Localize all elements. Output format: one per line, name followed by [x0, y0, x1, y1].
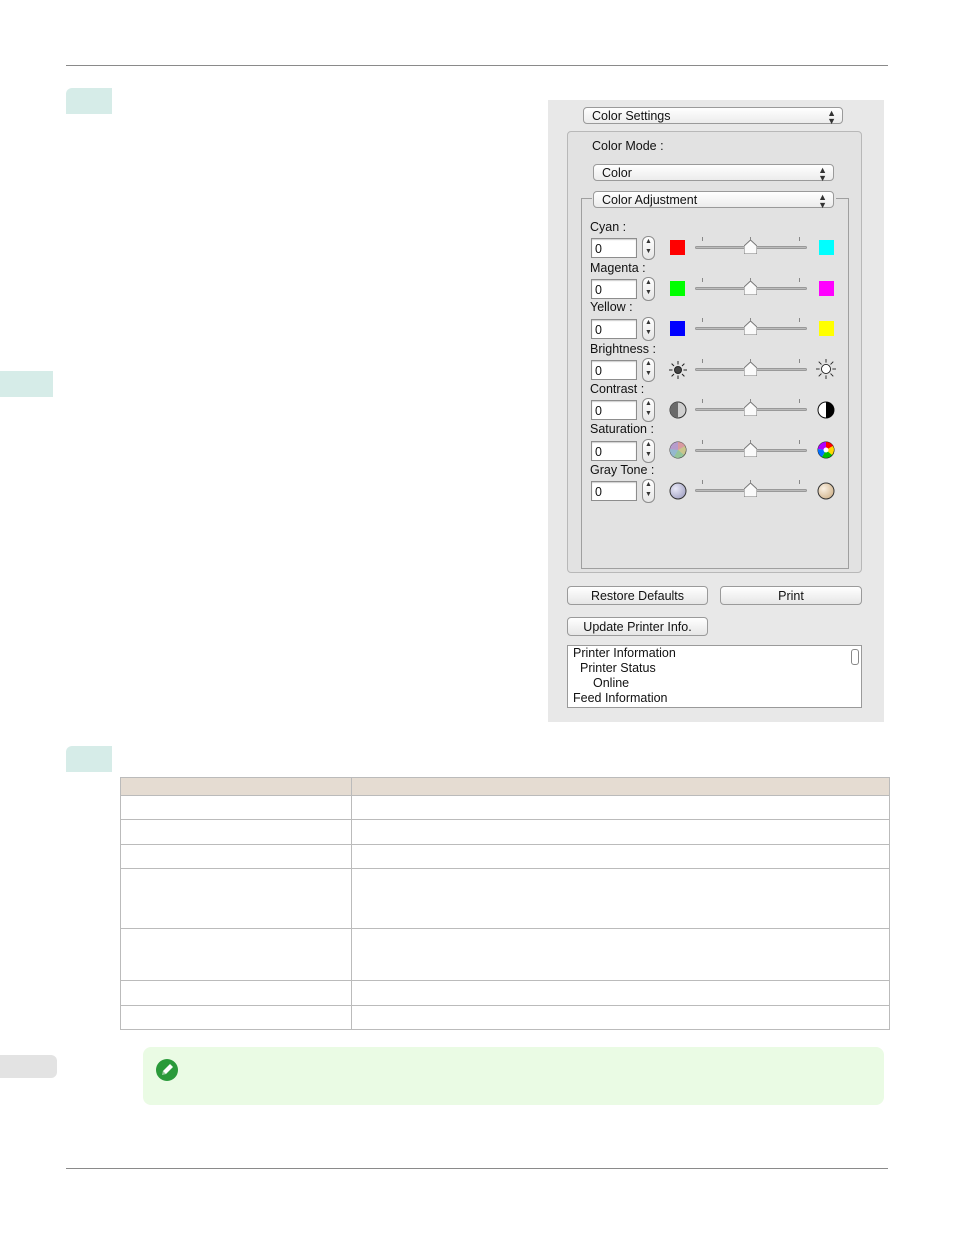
table-row: [120, 980, 890, 1006]
saturation-high-icon: [817, 441, 835, 459]
table-header-row: [120, 777, 890, 796]
contrast-value-input[interactable]: 0: [591, 400, 637, 420]
settings-table: [120, 777, 890, 1030]
red-swatch-icon: [670, 240, 685, 255]
yellow-stepper[interactable]: ▲ ▼: [642, 317, 655, 341]
table-row: [120, 928, 890, 981]
page-side-tab: [0, 1055, 57, 1078]
table-row: [120, 844, 890, 869]
magenta-stepper[interactable]: ▲ ▼: [642, 277, 655, 301]
table-row: [120, 868, 890, 929]
cyan-slider[interactable]: [695, 236, 807, 256]
saturation-low-icon: [669, 441, 687, 459]
printer-information-list[interactable]: Printer Information Printer Status Onlin…: [567, 645, 862, 708]
green-swatch-icon: [670, 281, 685, 296]
update-printer-info-button[interactable]: Update Printer Info.: [567, 617, 708, 636]
saturation-label: Saturation :: [590, 422, 654, 436]
table-row: [120, 1005, 890, 1030]
contrast-high-icon: [817, 401, 835, 419]
sun-dark-icon: [669, 361, 687, 379]
printer-info-line: Printer Status: [580, 661, 656, 675]
magenta-label: Magenta :: [590, 261, 646, 275]
printer-info-line: Online: [593, 676, 630, 690]
popup-arrows-icon: ▲ ▼: [818, 191, 827, 210]
saturation-value-input[interactable]: 0: [591, 441, 637, 461]
print-button[interactable]: Print: [720, 586, 862, 605]
header-rule: [66, 65, 888, 66]
cyan-swatch-icon: [819, 240, 834, 255]
contrast-label: Contrast :: [590, 382, 645, 396]
color-adjustment-popup-label: Color Adjustment: [602, 193, 698, 207]
yellow-value-input[interactable]: 0: [591, 319, 637, 339]
table-row: [120, 795, 890, 820]
saturation-stepper[interactable]: ▲ ▼: [642, 439, 655, 463]
footer-rule: [66, 1168, 888, 1169]
printer-info-line: Feed Information: [573, 691, 668, 705]
brightness-value-input[interactable]: 0: [591, 360, 637, 380]
settings-popup-label: Color Settings: [592, 109, 671, 123]
color-mode-label: Color Mode :: [592, 139, 664, 153]
magenta-value-input[interactable]: 0: [591, 279, 637, 299]
restore-defaults-button[interactable]: Restore Defaults: [567, 586, 708, 605]
magenta-swatch-icon: [819, 281, 834, 296]
gray-tone-value-input[interactable]: 0: [591, 481, 637, 501]
gray-tone-cool-icon: [669, 482, 687, 500]
table-row: [120, 819, 890, 845]
color-settings-dialog: Color Settings ▲ ▼ Color Mode : Color ▲ ▼ …: [548, 100, 884, 722]
contrast-slider[interactable]: [695, 398, 807, 418]
list-scrollbar[interactable]: [851, 649, 859, 665]
gray-tone-stepper[interactable]: ▲ ▼: [642, 479, 655, 503]
saturation-slider[interactable]: [695, 439, 807, 459]
note-pencil-icon: [156, 1059, 178, 1081]
brightness-slider[interactable]: [695, 358, 807, 378]
cyan-label: Cyan :: [590, 220, 627, 234]
magenta-slider[interactable]: [695, 277, 807, 297]
note-box: [143, 1047, 884, 1105]
chapter-side-tab: [0, 371, 53, 397]
brightness-label: Brightness :: [590, 342, 657, 356]
contrast-stepper[interactable]: ▲ ▼: [642, 398, 655, 422]
gray-tone-label: Gray Tone :: [590, 463, 655, 477]
popup-arrows-icon: ▲ ▼: [827, 107, 836, 126]
brightness-stepper[interactable]: ▲ ▼: [642, 358, 655, 382]
cyan-stepper[interactable]: ▲ ▼: [642, 236, 655, 260]
gray-tone-warm-icon: [817, 482, 835, 500]
yellow-swatch-icon: [819, 321, 834, 336]
cyan-value-input[interactable]: 0: [591, 238, 637, 258]
yellow-label: Yellow :: [590, 300, 633, 314]
color-mode-popup[interactable]: Color ▲ ▼: [593, 164, 834, 183]
color-adjustment-popup[interactable]: Color Adjustment ▲ ▼: [593, 191, 834, 210]
step-marker-2: [66, 746, 112, 772]
step-marker-1: [66, 88, 112, 114]
yellow-slider[interactable]: [695, 317, 807, 337]
settings-popup[interactable]: Color Settings ▲ ▼: [583, 107, 843, 126]
contrast-low-icon: [669, 401, 687, 419]
blue-swatch-icon: [670, 321, 685, 336]
printer-info-line: Printer Information: [573, 646, 676, 660]
sun-light-icon: [816, 359, 836, 379]
popup-arrows-icon: ▲ ▼: [818, 164, 827, 183]
color-mode-value: Color: [602, 166, 632, 180]
gray-tone-slider[interactable]: [695, 479, 807, 499]
